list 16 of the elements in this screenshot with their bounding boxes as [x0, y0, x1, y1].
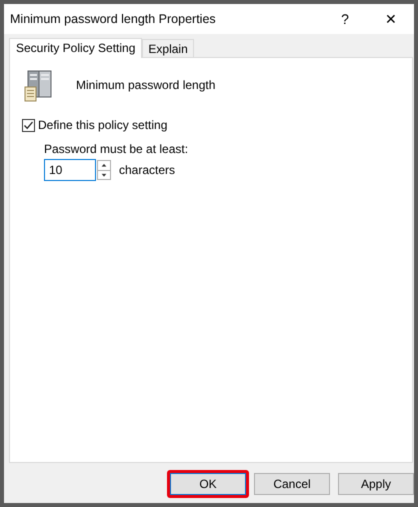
tab[interactable]: Explain	[142, 39, 194, 57]
length-field[interactable]: 10	[44, 159, 96, 181]
policy-name: Minimum password length	[76, 78, 216, 92]
window-title: Minimum password length Properties	[10, 12, 217, 26]
up-arrow-icon[interactable]	[98, 161, 110, 170]
unit-label: characters	[119, 163, 176, 177]
dialog-button[interactable]: Apply	[338, 473, 414, 495]
dialog-button[interactable]: OK	[170, 473, 246, 495]
tab[interactable]: Security Policy Setting	[9, 38, 142, 58]
help-button[interactable]: ?	[322, 4, 368, 34]
checkbox[interactable]	[22, 118, 35, 132]
dialog-button[interactable]: Cancel	[254, 473, 330, 495]
spinner-control[interactable]	[97, 160, 111, 180]
close-button[interactable]: ✕	[368, 4, 414, 34]
field-label: Password must be at least:	[44, 142, 190, 156]
checkbox-label: Define this policy setting	[38, 118, 168, 132]
